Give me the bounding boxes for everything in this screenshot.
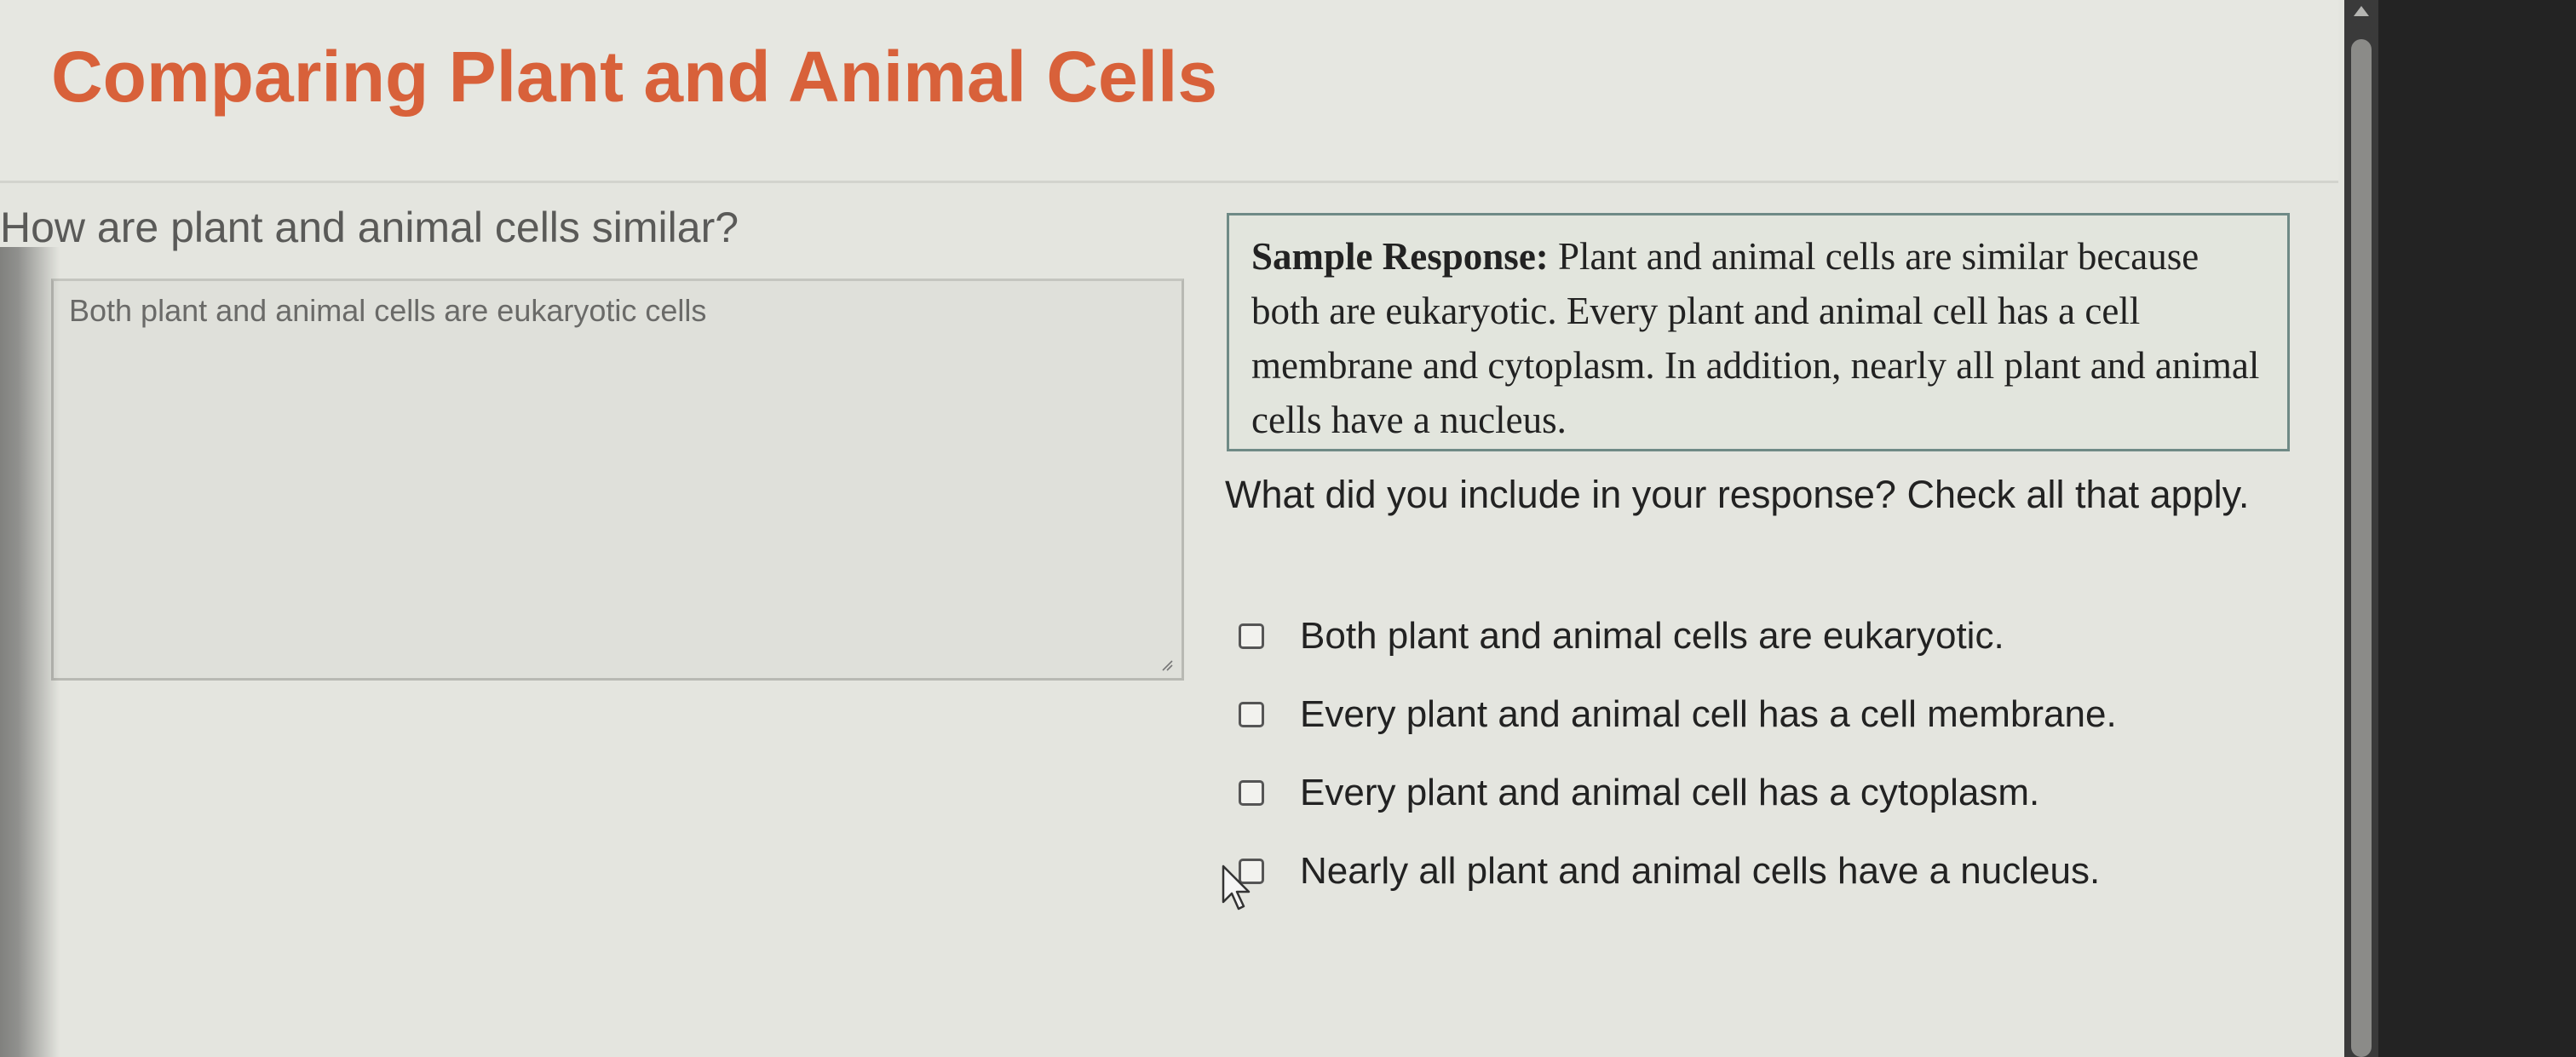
sample-response-label: Sample Response: xyxy=(1251,235,1549,278)
vertical-scrollbar[interactable] xyxy=(2344,0,2378,1057)
checkbox[interactable] xyxy=(1239,702,1264,727)
page-title: Comparing Plant and Animal Cells xyxy=(51,37,1218,117)
check-prompt: What did you include in your response? C… xyxy=(1225,473,2250,516)
option-label: Every plant and animal cell has a cell m… xyxy=(1300,693,2117,735)
option-label: Every plant and animal cell has a cytopl… xyxy=(1300,772,2040,813)
option-eukaryotic[interactable]: Both plant and animal cells are eukaryot… xyxy=(1239,606,2329,666)
question-text: How are plant and animal cells similar? xyxy=(0,204,739,251)
checkbox[interactable] xyxy=(1239,780,1264,806)
answer-text: Both plant and animal cells are eukaryot… xyxy=(69,293,707,328)
checkbox[interactable] xyxy=(1239,623,1264,649)
sample-response-box: Sample Response: Plant and animal cells … xyxy=(1227,213,2290,451)
page: Comparing Plant and Animal Cells How are… xyxy=(0,0,2351,1057)
option-cell-membrane[interactable]: Every plant and animal cell has a cell m… xyxy=(1239,685,2329,744)
option-nucleus[interactable]: Nearly all plant and animal cells have a… xyxy=(1239,842,2329,901)
option-label: Nearly all plant and animal cells have a… xyxy=(1300,850,2101,892)
arrow-up-icon[interactable] xyxy=(2351,3,2372,19)
screen-shadow xyxy=(0,247,60,1057)
option-label: Both plant and animal cells are eukaryot… xyxy=(1300,615,2004,657)
mouse-pointer-icon xyxy=(1222,865,1251,911)
resize-handle-icon[interactable] xyxy=(1159,658,1173,671)
header: Comparing Plant and Animal Cells xyxy=(0,0,2338,183)
answer-textarea[interactable]: Both plant and animal cells are eukaryot… xyxy=(51,279,1184,681)
screen-bezel xyxy=(2378,0,2576,1057)
scrollbar-thumb[interactable] xyxy=(2351,39,2372,1057)
option-cytoplasm[interactable]: Every plant and animal cell has a cytopl… xyxy=(1239,763,2329,823)
